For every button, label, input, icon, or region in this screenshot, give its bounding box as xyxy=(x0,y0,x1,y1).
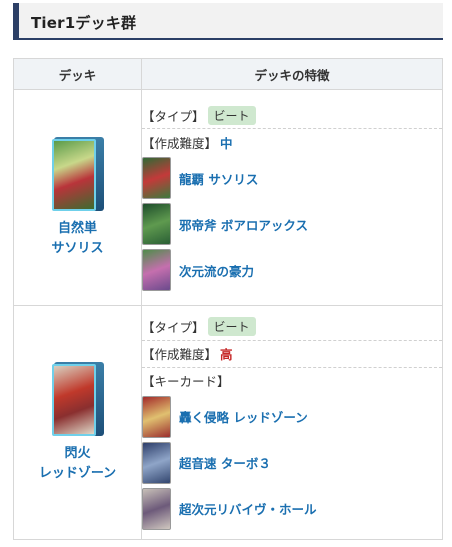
deck-name-line2[interactable]: サソリス xyxy=(14,239,141,259)
feature-cell: 【タイプ】 ビート 【作成難度】 中 龍覇 サソリス 邪帝斧 ボアロアックス 次… xyxy=(141,89,443,306)
type-tag: ビート xyxy=(207,317,256,336)
card-link[interactable]: 轟く侵略 レッドゾーン xyxy=(179,407,308,426)
card-link[interactable]: 次元流の豪力 xyxy=(179,261,254,280)
feature-cell: 【タイプ】 ビート 【作成難度】 高 【キーカード】 轟く侵略 レッドゾーン 超… xyxy=(141,305,443,540)
deck-name-line1[interactable]: 閃火 xyxy=(14,444,141,464)
card-item[interactable]: 龍覇 サソリス xyxy=(142,155,442,201)
deck-name-line2[interactable]: レッドゾーン xyxy=(14,464,141,484)
card-link[interactable]: 邪帝斧 ボアロアックス xyxy=(179,215,308,234)
header-feature: デッキの特徴 xyxy=(141,58,443,90)
card-item[interactable]: 次元流の豪力 xyxy=(142,247,442,293)
deck-box-image[interactable] xyxy=(51,136,104,213)
deck-name-line1[interactable]: 自然単 xyxy=(14,219,141,239)
keycard-label: 【キーカード】 xyxy=(142,374,230,389)
deck-cell[interactable]: 閃火 レッドゾーン xyxy=(13,305,142,540)
card-thumbnail-image[interactable] xyxy=(142,157,171,199)
type-label: 【タイプ】 xyxy=(142,320,205,335)
card-link[interactable]: 龍覇 サソリス xyxy=(179,169,258,188)
difficulty-value: 中 xyxy=(220,135,233,151)
type-label: 【タイプ】 xyxy=(142,108,205,124)
type-row: 【タイプ】 ビート xyxy=(142,102,442,129)
card-item[interactable]: 邪帝斧 ボアロアックス xyxy=(142,201,442,247)
heading-title: Tier1デッキ群 xyxy=(31,14,137,32)
card-link[interactable]: 超音速 ターボ３ xyxy=(179,453,271,472)
card-thumbnail-image[interactable] xyxy=(142,203,171,245)
table-row: 閃火 レッドゾーン 【タイプ】 ビート 【作成難度】 高 【キーカード】 轟く侵… xyxy=(13,305,443,540)
card-item[interactable]: 超音速 ターボ３ xyxy=(142,440,442,486)
card-item[interactable]: 超次元リバイヴ・ホール xyxy=(142,486,442,532)
card-link[interactable]: 超次元リバイヴ・ホール xyxy=(179,499,317,518)
header-deck: デッキ xyxy=(13,58,142,90)
type-row: 【タイプ】 ビート xyxy=(142,314,442,341)
difficulty-label: 【作成難度】 xyxy=(142,347,218,362)
card-thumbnail-image[interactable] xyxy=(142,441,171,484)
difficulty-row: 【作成難度】 高 xyxy=(142,341,442,368)
table-header-row: デッキ デッキの特徴 xyxy=(13,58,443,90)
card-thumbnail-image[interactable] xyxy=(142,249,171,291)
card-item[interactable]: 轟く侵略 レッドゾーン xyxy=(142,394,442,440)
type-tag: ビート xyxy=(207,105,256,125)
table-row: 自然単 サソリス 【タイプ】 ビート 【作成難度】 中 龍覇 サソリス 邪帝斧 … xyxy=(13,89,443,306)
keycard-row: 【キーカード】 xyxy=(142,368,442,394)
difficulty-label: 【作成難度】 xyxy=(142,135,218,151)
difficulty-value: 高 xyxy=(220,347,233,362)
card-thumbnail-image[interactable] xyxy=(142,487,171,530)
difficulty-row: 【作成難度】 中 xyxy=(142,129,442,155)
deck-cell[interactable]: 自然単 サソリス xyxy=(13,89,142,306)
section-heading: Tier1デッキ群 xyxy=(13,3,443,40)
deck-box-image[interactable] xyxy=(51,361,104,438)
deck-table: デッキ デッキの特徴 自然単 サソリス 【タイプ】 ビート 【作成難度】 中 龍… xyxy=(13,58,443,540)
card-thumbnail-image[interactable] xyxy=(142,395,171,438)
heading-accent-bar xyxy=(13,3,19,38)
